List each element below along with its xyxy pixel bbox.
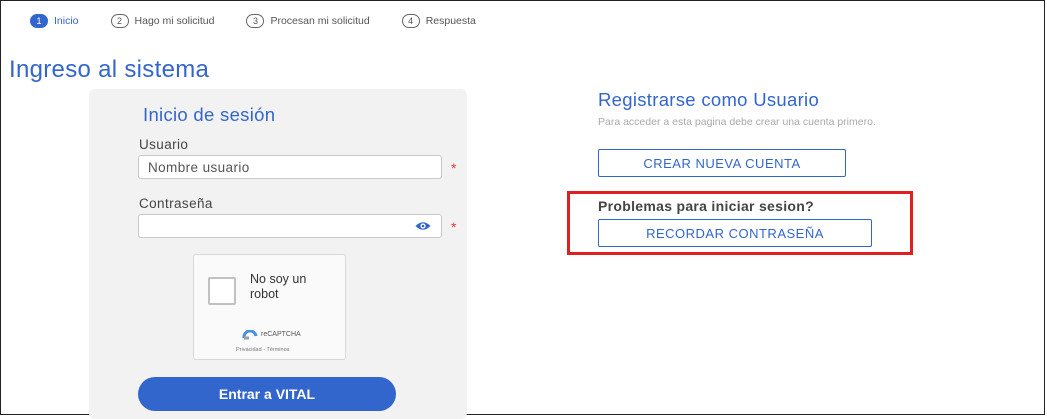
progress-steps: 1 Inicio 2 Hago mi solicitud 3 Procesan … <box>30 14 508 28</box>
step-label: Inicio <box>54 15 79 27</box>
step-label: Hago mi solicitud <box>134 15 215 27</box>
eye-icon[interactable] <box>415 221 431 231</box>
recaptcha-terms-link[interactable]: Privacidad - Términos <box>236 347 289 353</box>
step-label: Respuesta <box>425 15 476 27</box>
step-label: Procesan mi solicitud <box>270 15 370 27</box>
step-inicio[interactable]: 1 Inicio <box>30 14 79 28</box>
register-subtitle: Para acceder a esta pagina debe crear un… <box>598 116 876 128</box>
step-respuesta[interactable]: 4 Respuesta <box>401 14 476 28</box>
create-account-button[interactable]: CREAR NUEVA CUENTA <box>598 149 846 177</box>
password-field-wrapper <box>138 214 442 238</box>
step-procesan-mi-solicitud[interactable]: 3 Procesan mi solicitud <box>246 14 370 28</box>
recaptcha-label: No soy un robot <box>250 272 307 301</box>
recaptcha-checkbox[interactable] <box>208 277 236 305</box>
login-card: Inicio de sesión Usuario * Contraseña * … <box>89 89 467 419</box>
required-marker: * <box>451 160 457 176</box>
password-input[interactable] <box>139 215 441 237</box>
user-field-wrapper <box>138 155 442 179</box>
page-title: Ingreso al sistema <box>9 56 210 83</box>
step-number: 3 <box>246 14 265 28</box>
password-label: Contraseña <box>139 196 213 211</box>
username-input[interactable] <box>139 156 441 178</box>
step-number: 1 <box>30 14 48 28</box>
register-title: Registrarse como Usuario <box>598 89 820 110</box>
recaptcha-brand: reCAPTCHA <box>261 331 301 338</box>
recover-password-button[interactable]: RECORDAR CONTRASEÑA <box>598 219 872 247</box>
login-problems-label: Problemas para iniciar sesion? <box>598 198 814 214</box>
recaptcha-logo-icon <box>242 330 258 340</box>
user-label: Usuario <box>139 137 189 152</box>
required-marker: * <box>451 219 457 235</box>
login-title: Inicio de sesión <box>143 104 276 125</box>
recaptcha-widget: No soy un robot reCAPTCHA Privacidad - T… <box>193 254 346 360</box>
step-number: 2 <box>110 14 129 28</box>
login-submit-button[interactable]: Entrar a VITAL <box>138 377 396 411</box>
step-number: 4 <box>401 14 420 28</box>
step-hago-mi-solicitud[interactable]: 2 Hago mi solicitud <box>110 14 215 28</box>
